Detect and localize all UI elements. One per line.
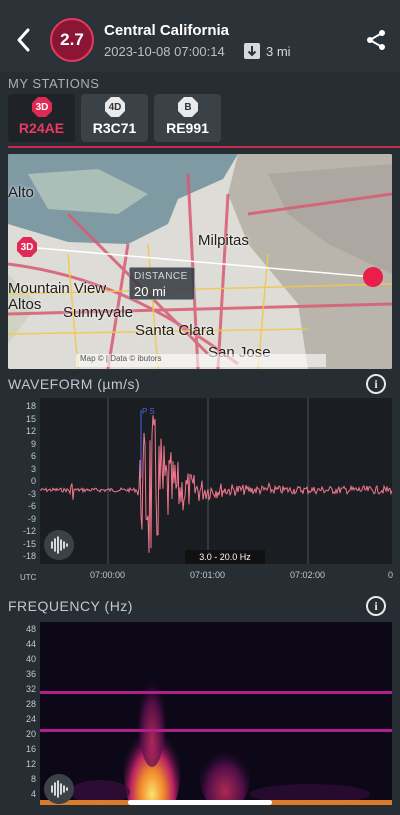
x-tick: 0: [388, 570, 394, 580]
map-label: Milpitas: [198, 232, 249, 249]
waveform-title: WAVEFORM (µm/s): [8, 376, 141, 392]
station-map[interactable]: Alto Milpitas Mountain View Altos Sunnyv…: [8, 154, 392, 369]
waveform-trace: [39, 415, 393, 553]
map-station-marker[interactable]: 3D: [17, 237, 37, 257]
waveform-chart: P S: [39, 398, 393, 564]
y-tick: 40: [25, 654, 36, 664]
distance-callout-label: DISTANCE: [134, 271, 188, 282]
y-tick: 20: [25, 729, 36, 739]
station-type-badge: 4D: [105, 97, 125, 117]
station-name: R24AE: [18, 120, 65, 136]
y-tick: -3: [27, 488, 36, 499]
x-tick: 07:00:00: [90, 570, 126, 580]
map-attribution[interactable]: Map © | Data © ibutors: [76, 354, 326, 367]
y-tick: 12: [25, 759, 36, 769]
y-tick: 6: [30, 451, 36, 461]
frequency-title: FREQUENCY (Hz): [8, 598, 133, 614]
epicenter-marker[interactable]: [363, 267, 383, 287]
y-tick: 44: [25, 639, 36, 649]
event-datetime: 2023-10-08 07:00:14: [104, 44, 225, 59]
depth-arrow-icon: [244, 43, 260, 59]
spectrogram-band: [40, 729, 392, 732]
y-tick: -6: [27, 501, 36, 511]
y-tick: 3: [30, 463, 36, 474]
filter-range-label: 3.0 - 20.0 Hz: [185, 550, 265, 564]
station-name: RE991: [166, 120, 209, 136]
map-label: Altos: [8, 296, 42, 313]
y-tick: 24: [25, 714, 36, 724]
home-indicator: [128, 800, 272, 805]
app-header: 2.7 Central California 2023-10-08 07:00:…: [0, 0, 400, 72]
station-type-badge: 3D: [32, 97, 52, 117]
map-label: Alto: [8, 184, 34, 201]
utc-label: UTC: [20, 573, 37, 582]
distance-callout-value: 20 mi: [134, 284, 166, 299]
y-tick: 16: [25, 744, 36, 754]
station-tab-re991[interactable]: B RE991: [154, 94, 221, 142]
back-chevron-icon[interactable]: [12, 24, 36, 56]
spectrogram-band: [40, 691, 392, 694]
y-tick: 12: [25, 426, 36, 436]
y-tick: 28: [25, 699, 36, 709]
spectrogram-plot[interactable]: [40, 622, 392, 815]
stations-tabs: 3D R24AE 4D R3C71 B RE991: [8, 94, 221, 142]
waveform-plot[interactable]: P S 3.0 - 20.0 Hz: [39, 398, 393, 564]
station-type-badge: B: [178, 97, 198, 117]
frequency-info-icon[interactable]: i: [366, 596, 386, 616]
station-tab-r3c71[interactable]: 4D R3C71: [81, 94, 148, 142]
y-tick: -9: [27, 513, 36, 524]
x-tick: 07:02:00: [290, 570, 326, 580]
map-label: Sunnyvale: [63, 304, 134, 321]
stations-section-label: MY STATIONS: [8, 76, 100, 91]
map-label: Mountain View: [8, 280, 107, 297]
y-tick: 48: [25, 624, 36, 634]
x-tick: 07:01:00: [190, 570, 226, 580]
sound-wave-icon[interactable]: [44, 774, 74, 804]
station-tab-r24ae[interactable]: 3D R24AE: [8, 94, 75, 142]
distance-callout: DISTANCE 20 mi: [129, 267, 195, 300]
map-label: Santa Clara: [135, 322, 215, 339]
y-tick: -12: [22, 526, 36, 536]
y-tick: -15: [22, 538, 36, 549]
share-icon[interactable]: [364, 28, 388, 52]
tab-underline: [8, 146, 400, 148]
y-tick: 4: [30, 789, 36, 799]
y-tick: 18: [25, 401, 36, 411]
y-tick: 15: [25, 413, 36, 424]
event-distance: 3 mi: [266, 44, 291, 59]
waveform-info-icon[interactable]: i: [366, 374, 386, 394]
sound-wave-icon[interactable]: [44, 530, 74, 560]
pick-label: P S: [142, 407, 155, 416]
y-tick: -18: [22, 551, 36, 561]
y-tick: 36: [25, 669, 36, 679]
magnitude-badge: 2.7: [50, 18, 94, 62]
y-tick: 0: [30, 476, 36, 486]
y-tick: 8: [30, 774, 36, 784]
station-name: R3C71: [92, 120, 137, 136]
y-tick: 32: [25, 684, 36, 694]
event-title: Central California: [104, 22, 230, 39]
spectrogram-chart: [40, 622, 392, 815]
y-tick: 9: [30, 438, 36, 449]
